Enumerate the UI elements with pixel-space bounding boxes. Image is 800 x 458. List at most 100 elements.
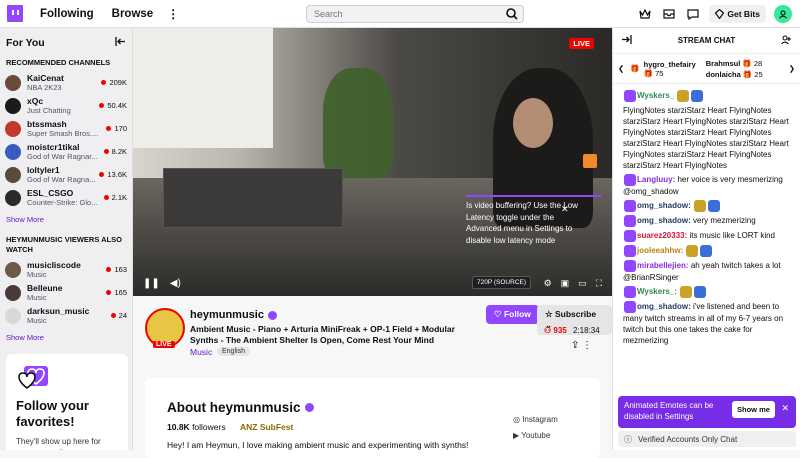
video-player[interactable]: LIVE Is video buffering? Use the Low Lat…	[133, 28, 612, 296]
sidebar-channel[interactable]: loltyler1 God of War Ragna... 13.6K	[0, 163, 132, 186]
pause-icon[interactable]: ❚❚	[143, 278, 160, 289]
emote-icon	[691, 90, 704, 102]
collapse-sidebar-icon[interactable]	[115, 37, 126, 49]
verified-only-bar: ⓘ Verified Accounts Only Chat	[618, 431, 796, 447]
chat-username[interactable]: omg_shadow:	[637, 201, 691, 210]
chat-username[interactable]: Wyskers_:	[637, 287, 677, 296]
channel-viewers: 8.2K	[103, 147, 127, 156]
badge-icon	[624, 260, 636, 272]
get-bits-button[interactable]: Get Bits	[709, 5, 766, 23]
next-arrow-icon[interactable]: ❯	[789, 64, 795, 73]
channel-viewer-count: 13.6K	[107, 170, 127, 179]
live-badge: LIVE	[153, 341, 175, 348]
sidebar-channel[interactable]: Belleune Music 165	[0, 281, 132, 304]
channel-name: darksun_music	[27, 306, 90, 316]
chat-username[interactable]: omg_shadow:	[637, 216, 691, 225]
streamer-name[interactable]: heymunmusic	[190, 309, 264, 321]
instagram-link[interactable]: ◎ Instagram	[513, 412, 558, 428]
show-more-recommended-link[interactable]: Show More	[0, 209, 132, 230]
sidebar-header: For You	[0, 28, 132, 53]
follow-card-title: Follow your favorites!	[16, 398, 89, 429]
channel-viewer-count: 163	[114, 265, 127, 274]
channel-text: moistcr1tikal God of War Ragnar...	[27, 142, 104, 161]
video-face	[513, 98, 553, 148]
subfest-badge[interactable]: ANZ SubFest	[240, 422, 293, 432]
pinned-user-1[interactable]: hygro_thefairy 🎁 75	[644, 60, 696, 78]
twitch-logo-icon[interactable]	[7, 5, 23, 22]
close-tooltip-icon[interactable]: ✕	[561, 204, 569, 215]
sidebar-channel[interactable]: darksun_music Music 24	[0, 304, 132, 327]
community-icon[interactable]	[781, 34, 792, 47]
channel-viewer-count: 50.4K	[107, 101, 127, 110]
get-bits-label: Get Bits	[727, 9, 760, 19]
pinned-user-2[interactable]: Brahmsul 🎁 28 donlaicha 🎁 25	[706, 58, 763, 80]
close-banner-icon[interactable]: ✕	[781, 403, 789, 414]
video-plant	[323, 68, 393, 178]
chat-username[interactable]: suarez20333:	[637, 231, 687, 240]
also-watch-heading: HEYMUNMUSIC VIEWERS ALSO WATCH	[6, 235, 122, 254]
channel-name: xQc	[27, 96, 44, 106]
channel-avatar	[5, 261, 21, 278]
live-indicator: LIVE	[569, 38, 594, 49]
sidebar-channel[interactable]: moistcr1tikal God of War Ragnar... 8.2K	[0, 140, 132, 163]
fullscreen-icon[interactable]: ⛶	[596, 278, 602, 289]
show-me-button[interactable]: Show me	[732, 401, 775, 418]
clip-icon[interactable]: ▣	[561, 278, 570, 289]
user-avatar[interactable]	[774, 5, 792, 23]
channel-text: Belleune Music	[27, 283, 106, 302]
share-icon[interactable]: ⇪ ⋮	[571, 340, 592, 351]
chat-message: jooleeahhw:	[623, 245, 791, 257]
expand-chat-icon[interactable]	[621, 35, 632, 46]
channel-avatar	[5, 97, 21, 114]
chat-username[interactable]: jooleeahhw:	[637, 246, 683, 255]
prev-arrow-icon[interactable]: ❮	[618, 64, 624, 73]
recommended-channels-heading: RECOMMENDED CHANNELS	[6, 58, 111, 67]
sidebar-channel[interactable]: xQc Just Chatting 50.4K	[0, 94, 132, 117]
chat-username[interactable]: Langluuy:	[637, 175, 675, 184]
emote-icon	[708, 200, 721, 212]
channel-viewers: 13.6K	[99, 170, 127, 179]
sidebar-channel[interactable]: btssmash Super Smash Bros.... 170	[0, 117, 132, 140]
follow-button[interactable]: ♡ Follow	[486, 305, 539, 324]
chat-username[interactable]: omg_shadow:	[637, 302, 691, 311]
whispers-icon[interactable]	[683, 4, 703, 24]
nav-browse[interactable]: Browse	[112, 8, 154, 20]
chat-header: STREAM CHAT	[613, 28, 800, 54]
chat-username[interactable]: mirabellejien:	[637, 261, 689, 270]
chat-message: Wyskers_:	[623, 286, 791, 298]
channel-viewer-count: 24	[118, 311, 127, 320]
about-title: About heymunmusic	[167, 400, 301, 415]
badge-icon	[624, 90, 636, 102]
show-more-also-watch-link[interactable]: Show More	[0, 327, 132, 348]
emote-icon	[680, 286, 693, 298]
search-input[interactable]	[307, 9, 501, 19]
crown-icon[interactable]	[635, 4, 655, 24]
volume-icon[interactable]: ◀)	[170, 278, 181, 289]
channel-name: btssmash	[27, 119, 67, 129]
channel-name: loltyler1	[27, 165, 60, 175]
chat-username[interactable]: Wyskers_	[637, 91, 674, 100]
recommended-channels-list: KaiCenat NBA 2K23 209K xQc Just Chatting 50.4…	[0, 71, 132, 209]
settings-gear-icon[interactable]: ⚙	[544, 278, 552, 289]
youtube-link[interactable]: ▶ Youtube	[513, 428, 558, 444]
sidebar-channel[interactable]: ESL_CSGO Counter-Strike: Glo... 2.1K	[0, 186, 132, 209]
search-icon[interactable]	[501, 6, 523, 22]
stream-tag[interactable]: English	[217, 347, 250, 356]
nav-following[interactable]: Following	[40, 8, 94, 20]
channel-viewers: 50.4K	[99, 101, 127, 110]
sidebar-channel[interactable]: KaiCenat NBA 2K23 209K	[0, 71, 132, 94]
top-cheerers-bar: ❮ 🎁 hygro_thefairy 🎁 75 Brahmsul 🎁 28 don…	[613, 54, 800, 84]
channel-viewer-count: 2.1K	[111, 193, 127, 202]
chat-message: suarez20333: its music like LORT kind	[623, 230, 791, 242]
more-menu-icon[interactable]: ⋮	[167, 7, 179, 21]
theatre-mode-icon[interactable]: ▭	[578, 278, 587, 289]
stream-category-link[interactable]: Music	[190, 347, 212, 357]
streamer-name-row: heymunmusic	[190, 309, 277, 321]
inbox-icon[interactable]	[659, 4, 679, 24]
sidebar-channel[interactable]: musicliscode Music 163	[0, 258, 132, 281]
followers-line: 10.8K followers ANZ SubFest	[167, 422, 293, 432]
channel-name: moistcr1tikal	[27, 142, 80, 152]
channel-text: KaiCenat NBA 2K23	[27, 73, 101, 92]
quality-badge[interactable]: 720P (SOURCE)	[472, 276, 532, 289]
live-dot-icon	[99, 103, 105, 108]
